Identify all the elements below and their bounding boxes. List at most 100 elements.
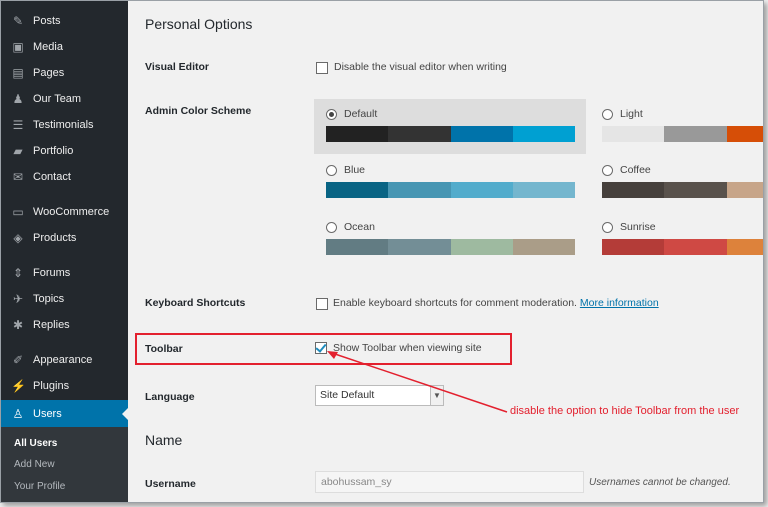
visual-editor-checkbox-label: Disable the visual editor when writing: [334, 61, 507, 73]
submenu-your-profile[interactable]: Your Profile: [14, 481, 65, 492]
keyboard-shortcuts-label: Keyboard Shortcuts: [145, 297, 246, 309]
sidebar-item-posts[interactable]: ✎ Posts: [1, 8, 128, 34]
color-swatch: [664, 182, 727, 198]
submenu-all-users[interactable]: All Users: [14, 438, 57, 449]
paintbrush-icon: ✐: [12, 353, 24, 367]
scheme-name-blue: Blue: [344, 164, 366, 176]
users-icon: ♙: [12, 406, 24, 421]
replies-icon: ✱: [12, 318, 24, 332]
section-title-personal-options: Personal Options: [145, 16, 253, 32]
color-swatch: [450, 126, 513, 142]
color-swatch: [512, 126, 575, 142]
scheme-radio-coffee[interactable]: [602, 165, 613, 176]
sidebar-item-topics[interactable]: ✈ Topics: [1, 286, 128, 312]
sidebar-item-pages[interactable]: ▤ Pages: [1, 60, 128, 86]
color-swatch: [726, 126, 763, 142]
language-select-value: Site Default: [320, 389, 375, 401]
color-swatch: [602, 239, 665, 255]
color-swatch: [388, 182, 451, 198]
pushpin-icon: ✎: [12, 14, 24, 28]
swatches-blue: [326, 182, 575, 198]
scheme-radio-default[interactable]: [326, 109, 337, 120]
username-label: Username: [145, 478, 196, 490]
sidebar-item-forums[interactable]: ⇕ Forums: [1, 260, 128, 286]
scheme-radio-blue[interactable]: [326, 165, 337, 176]
toolbar-highlight-box: [135, 333, 512, 365]
sidebar-item-users[interactable]: ♙ Users: [1, 400, 128, 427]
scheme-name-coffee: Coffee: [620, 164, 651, 176]
testimonials-icon: ☰: [12, 118, 24, 132]
more-information-link[interactable]: More information: [580, 297, 659, 309]
profile-content: Personal Options Visual Editor Disable t…: [128, 1, 763, 502]
scheme-radio-light[interactable]: [602, 109, 613, 120]
plug-icon: ⚡: [11, 379, 26, 393]
team-icon: ♟: [12, 92, 24, 106]
screenshot-frame: ✎ Posts ▣ Media ▤ Pages ♟ Our Team ☰ Testimon…: [0, 0, 764, 503]
color-swatch: [388, 239, 451, 255]
users-submenu: All Users Add New Your Profile: [1, 427, 128, 502]
woocommerce-icon: ▭: [12, 205, 24, 219]
sidebar-item-contact[interactable]: ✉ Contact: [1, 164, 128, 190]
chevron-down-icon: ▼: [430, 386, 443, 405]
color-scheme-label: Admin Color Scheme: [145, 105, 252, 117]
swatches-ocean: [326, 239, 575, 255]
color-scheme-default[interactable]: Default: [314, 99, 586, 154]
sidebar-item-woocommerce[interactable]: ▭ WooCommerce: [1, 199, 128, 225]
visual-editor-checkbox[interactable]: [316, 62, 328, 74]
envelope-icon: ✉: [12, 170, 24, 184]
language-label: Language: [145, 391, 195, 403]
color-swatch: [326, 239, 389, 255]
box-icon: ◈: [13, 231, 23, 245]
scheme-radio-sunrise[interactable]: [602, 222, 613, 233]
color-swatch: [326, 126, 389, 142]
color-swatch: [326, 182, 389, 198]
color-swatch: [664, 239, 727, 255]
media-icon: ▣: [12, 40, 24, 54]
sidebar-item-products[interactable]: ◈ Products: [1, 225, 128, 251]
sidebar-item-testimonials[interactable]: ☰ Testimonials: [1, 112, 128, 138]
scheme-name-sunrise: Sunrise: [620, 221, 656, 233]
sidebar-item-appearance[interactable]: ✐ Appearance: [1, 347, 128, 373]
folder-icon: ▰: [13, 144, 23, 158]
sidebar-item-media[interactable]: ▣ Media: [1, 34, 128, 60]
color-swatch: [726, 182, 763, 198]
keyboard-shortcuts-checkbox-label: Enable keyboard shortcuts for comment mo…: [333, 297, 659, 309]
scheme-name-ocean: Ocean: [344, 221, 375, 233]
color-swatch: [512, 182, 575, 198]
color-swatch: [664, 126, 727, 142]
color-swatch: [450, 239, 513, 255]
forums-icon: ⇕: [12, 266, 24, 280]
color-scheme-coffee[interactable]: Coffee: [588, 156, 763, 211]
visual-editor-label: Visual Editor: [145, 61, 209, 73]
color-swatch: [450, 182, 513, 198]
username-input[interactable]: abohussam_sy: [315, 471, 584, 493]
sidebar-item-portfolio[interactable]: ▰ Portfolio: [1, 138, 128, 164]
sidebar-item-plugins[interactable]: ⚡ Plugins: [1, 373, 128, 399]
swatches-default: [326, 126, 575, 142]
sidebar-item-replies[interactable]: ✱ Replies: [1, 312, 128, 338]
color-scheme-ocean[interactable]: Ocean: [314, 213, 586, 268]
color-swatch: [602, 126, 665, 142]
pages-icon: ▤: [12, 66, 24, 80]
color-scheme-blue[interactable]: Blue: [314, 156, 586, 211]
admin-sidebar: ✎ Posts ▣ Media ▤ Pages ♟ Our Team ☰ Testimon…: [1, 1, 128, 502]
submenu-add-new[interactable]: Add New: [14, 459, 55, 470]
swatches-sunrise: [602, 239, 763, 255]
swatches-light: [602, 126, 763, 142]
topics-icon: ✈: [12, 292, 24, 306]
swatches-coffee: [602, 182, 763, 198]
keyboard-shortcuts-checkbox[interactable]: [316, 298, 328, 310]
color-swatch: [602, 182, 665, 198]
color-swatch: [512, 239, 575, 255]
color-scheme-sunrise[interactable]: Sunrise: [588, 213, 763, 268]
language-select[interactable]: Site Default ▼: [315, 385, 444, 406]
color-scheme-light[interactable]: Light: [588, 99, 763, 154]
scheme-name-default: Default: [344, 108, 378, 120]
annotation-text: disable the option to hide Toolbar from …: [510, 405, 740, 417]
sidebar-item-our-team[interactable]: ♟ Our Team: [1, 86, 128, 112]
section-title-name: Name: [145, 432, 183, 448]
color-swatch: [726, 239, 763, 255]
scheme-radio-ocean[interactable]: [326, 222, 337, 233]
scheme-name-light: Light: [620, 108, 643, 120]
color-swatch: [388, 126, 451, 142]
